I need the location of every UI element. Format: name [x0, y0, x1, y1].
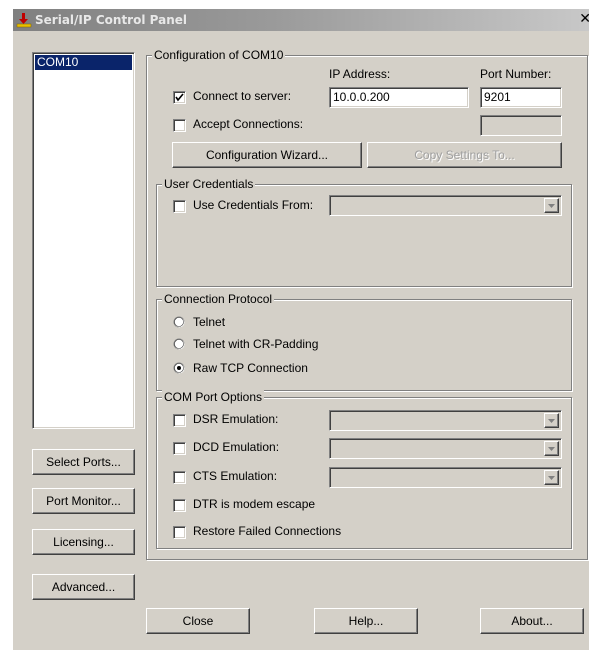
about-label: About...: [511, 614, 553, 628]
close-button[interactable]: Close: [146, 608, 250, 634]
chevron-down-icon[interactable]: [544, 470, 559, 485]
connection-protocol-group-label: Connection Protocol: [162, 292, 275, 306]
restore-failed-connections-checkbox[interactable]: [173, 526, 186, 539]
window-title: Serial/IP Control Panel: [35, 13, 187, 27]
raw-tcp-radio[interactable]: [173, 362, 185, 374]
port-list[interactable]: COM10: [32, 52, 135, 429]
accept-port-input[interactable]: [480, 115, 562, 136]
port-number-input[interactable]: 9201: [480, 87, 562, 108]
about-button[interactable]: About...: [480, 608, 584, 634]
dsr-emulation-checkbox[interactable]: [173, 414, 186, 427]
select-ports-label: Select Ports...: [46, 455, 121, 469]
dcd-emulation-select[interactable]: [329, 438, 562, 459]
accept-connections-checkbox[interactable]: [173, 119, 186, 132]
telnet-cr-padding-label: Telnet with CR-Padding: [193, 337, 319, 351]
telnet-label: Telnet: [193, 315, 226, 329]
port-number-label: Port Number:: [480, 67, 552, 81]
close-label: Close: [182, 614, 214, 628]
licensing-label: Licensing...: [53, 535, 114, 549]
cts-emulation-checkbox[interactable]: [173, 471, 186, 484]
select-ports-button[interactable]: Select Ports...: [32, 449, 135, 475]
dcd-emulation-checkbox[interactable]: [173, 442, 186, 455]
use-credentials-checkbox[interactable]: [173, 200, 186, 213]
help-label: Help...: [348, 614, 384, 628]
advanced-button[interactable]: Advanced...: [32, 574, 135, 600]
cts-emulation-label: CTS Emulation:: [193, 469, 278, 483]
app-icon: [16, 12, 32, 28]
copy-settings-button[interactable]: Copy Settings To...: [367, 142, 562, 168]
configuration-wizard-button[interactable]: Configuration Wizard...: [172, 142, 362, 168]
control-panel-window: Serial/IP Control Panel ✕ COM10 Select P…: [13, 9, 589, 650]
title-bar[interactable]: Serial/IP Control Panel ✕: [13, 9, 589, 31]
user-credentials-group-label: User Credentials: [162, 177, 256, 191]
restore-failed-connections-label: Restore Failed Connections: [193, 524, 342, 538]
dtr-modem-escape-label: DTR is modem escape: [193, 497, 316, 511]
ip-address-label: IP Address:: [329, 67, 391, 81]
telnet-cr-padding-radio[interactable]: [173, 338, 185, 350]
close-icon[interactable]: ✕: [579, 11, 589, 27]
port-monitor-button[interactable]: Port Monitor...: [32, 488, 135, 514]
telnet-radio[interactable]: [173, 316, 185, 328]
use-credentials-label: Use Credentials From:: [193, 198, 314, 212]
copy-settings-label: Copy Settings To...: [414, 148, 515, 162]
dcd-emulation-label: DCD Emulation:: [193, 440, 280, 454]
dsr-emulation-label: DSR Emulation:: [193, 412, 279, 426]
advanced-label: Advanced...: [51, 580, 116, 594]
port-monitor-label: Port Monitor...: [46, 494, 121, 508]
connect-to-server-checkbox[interactable]: [173, 91, 186, 104]
licensing-button[interactable]: Licensing...: [32, 529, 135, 555]
help-button[interactable]: Help...: [314, 608, 418, 634]
credentials-select[interactable]: [329, 195, 562, 216]
port-list-item-com10[interactable]: COM10: [35, 55, 132, 70]
configuration-group-label: Configuration of COM10: [152, 48, 286, 62]
dsr-emulation-select[interactable]: [329, 410, 562, 431]
configuration-wizard-label: Configuration Wizard...: [205, 148, 329, 162]
com-port-options-group-label: COM Port Options: [162, 390, 265, 404]
ip-address-input[interactable]: 10.0.0.200: [329, 87, 469, 108]
chevron-down-icon[interactable]: [544, 413, 559, 428]
chevron-down-icon[interactable]: [544, 441, 559, 456]
chevron-down-icon[interactable]: [544, 198, 559, 213]
dtr-modem-escape-checkbox[interactable]: [173, 499, 186, 512]
accept-connections-label: Accept Connections:: [193, 117, 304, 131]
raw-tcp-label: Raw TCP Connection: [193, 361, 308, 375]
checkmark-icon: [175, 93, 184, 102]
cts-emulation-select[interactable]: [329, 467, 562, 488]
connect-to-server-label: Connect to server:: [193, 89, 292, 103]
